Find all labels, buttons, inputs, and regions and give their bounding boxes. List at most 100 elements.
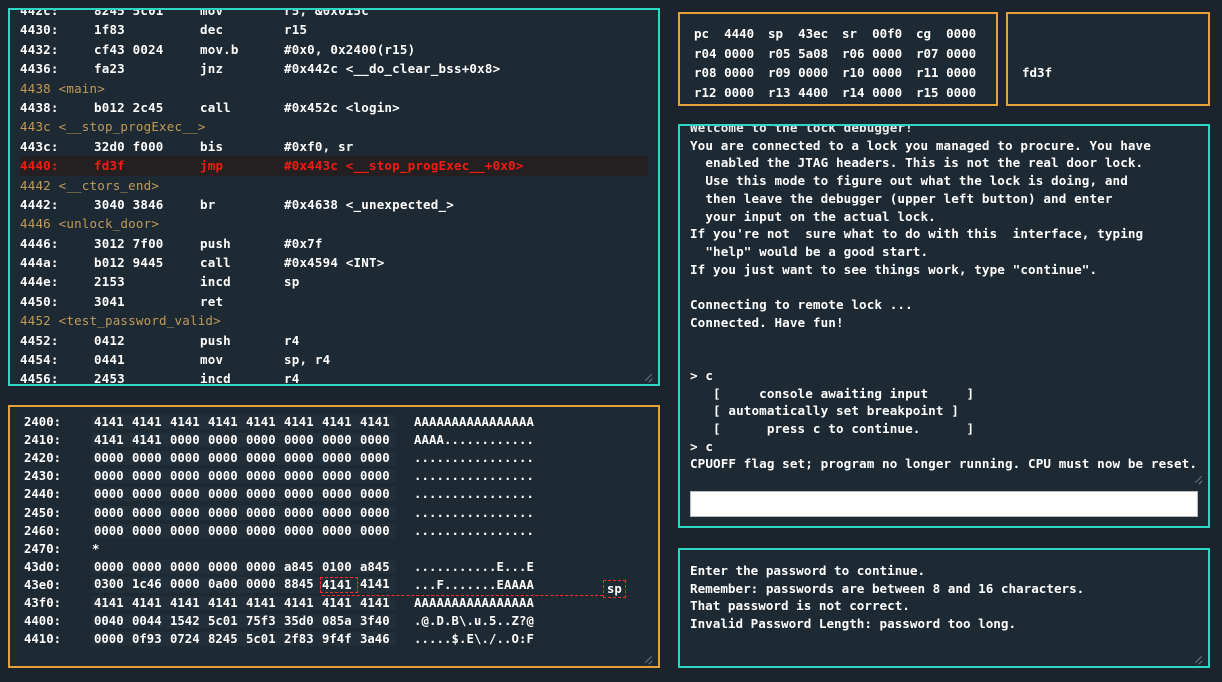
hexdump-byte-cell[interactable]: 0000 [206, 524, 244, 538]
disassembly-row[interactable]: 4454:0441movsp, r4 [20, 350, 648, 369]
disassembly-row[interactable]: 4436:fa23jnz#0x442c <__do_clear_bss+0x8> [20, 59, 648, 78]
hexdump-byte-cell[interactable]: 4141 [92, 433, 130, 447]
hexdump-byte-cell[interactable]: 0000 [320, 524, 358, 538]
disassembly-row[interactable]: 4438:b012 2c45call#0x452c <login> [20, 98, 648, 117]
hexdump-byte-cell[interactable]: 0000 [206, 433, 244, 447]
hexdump-byte-cell[interactable]: 4141 [320, 596, 358, 610]
disassembly-row-current[interactable]: 4440:fd3fjmp#0x443c <__stop_progExec__+0… [20, 156, 648, 175]
resize-handle-icon[interactable] [643, 370, 655, 382]
disassembly-symbol-label[interactable]: 4446 <unlock_door> [20, 214, 648, 233]
hexdump-byte-cell[interactable]: 4141 [92, 596, 130, 610]
disassembly-row[interactable]: 4456:2453incdr4 [20, 369, 648, 386]
hexdump-byte-cell[interactable]: 0100 [320, 560, 358, 574]
hexdump-byte-cell[interactable]: 0000 [130, 560, 168, 574]
hexdump-byte-cell[interactable]: 4141 [358, 577, 396, 593]
hexdump-byte-cell[interactable]: 0000 [130, 487, 168, 501]
console-panel[interactable]: Welcome to the lock debugger!You are con… [678, 124, 1210, 528]
hexdump-row[interactable]: 2450:00000000000000000000000000000000...… [24, 503, 644, 521]
hexdump-row[interactable]: 2440:00000000000000000000000000000000...… [24, 485, 644, 503]
hexdump-byte-cell[interactable]: 0000 [282, 524, 320, 538]
hexdump-row[interactable]: 43d0:00000000000000000000a8450100a845...… [24, 558, 644, 576]
hexdump-byte-cell[interactable]: 0000 [244, 506, 282, 520]
hexdump-byte-cell[interactable]: 085a [320, 614, 358, 628]
hexdump-byte-cell[interactable]: 0000 [320, 487, 358, 501]
hexdump-byte-cell[interactable]: 0000 [358, 433, 396, 447]
disassembly-row[interactable]: 4442:3040 3846br#0x4638 <_unexpected_> [20, 195, 648, 214]
hexdump-byte-cell[interactable]: 0000 [168, 469, 206, 483]
hexdump-byte-cell[interactable]: 0000 [320, 433, 358, 447]
hexdump-byte-cell[interactable]: 0000 [168, 487, 206, 501]
hexdump-byte-cell[interactable]: 0000 [130, 451, 168, 465]
hexdump-row[interactable]: 2410:41414141000000000000000000000000AAA… [24, 431, 644, 449]
hexdump-byte-cell[interactable]: 0000 [130, 469, 168, 483]
hexdump-row[interactable]: 43f0:41414141414141414141414141414141AAA… [24, 594, 644, 612]
disassembly-row[interactable]: 4432:cf43 0024mov.b#0x0, 0x2400(r15) [20, 40, 648, 59]
disassembly-row[interactable]: 4446:3012 7f00push#0x7f [20, 234, 648, 253]
hexdump-row[interactable]: 2420:00000000000000000000000000000000...… [24, 449, 644, 467]
hexdump-byte-cell[interactable]: 0000 [168, 560, 206, 574]
hexdump-byte-cell[interactable]: 4141 [130, 596, 168, 610]
hexdump-byte-cell[interactable]: 4141 [244, 596, 282, 610]
disassembly-row[interactable]: 444a:b012 9445call#0x4594 <INT> [20, 253, 648, 272]
disassembly-row[interactable]: 4450:3041ret [20, 292, 648, 311]
hexdump-byte-cell[interactable]: 0000 [206, 487, 244, 501]
disassembly-row[interactable]: 4452:0412pushr4 [20, 331, 648, 350]
hexdump-byte-cell[interactable]: 0000 [92, 469, 130, 483]
resize-handle-icon[interactable] [1193, 472, 1205, 484]
hexdump-byte-cell[interactable]: 0044 [130, 614, 168, 628]
hexdump-byte-cell[interactable]: 0000 [206, 560, 244, 574]
hexdump-row[interactable]: 2400:41414141414141414141414141414141AAA… [24, 413, 644, 431]
hexdump-byte-cell[interactable]: 0000 [244, 524, 282, 538]
hexdump-row[interactable]: 2470:* [24, 540, 644, 558]
hexdump-byte-cell[interactable]: 2f83 [282, 632, 320, 646]
resize-handle-icon[interactable] [1193, 652, 1205, 664]
hexdump-byte-cell[interactable]: 3f40 [358, 614, 396, 628]
hexdump-row[interactable]: 2430:00000000000000000000000000000000...… [24, 467, 644, 485]
hexdump-byte-cell[interactable]: 3a46 [358, 632, 396, 646]
hexdump-byte-cell[interactable]: 35d0 [282, 614, 320, 628]
hexdump-byte-cell[interactable]: 0000 [168, 524, 206, 538]
hexdump-byte-cell[interactable]: 0000 [168, 451, 206, 465]
hexdump-byte-cell[interactable]: 0000 [206, 451, 244, 465]
hexdump-byte-cell[interactable]: 0040 [92, 614, 130, 628]
disassembly-row[interactable]: 443c:32d0 f000bis#0xf0, sr [20, 137, 648, 156]
hexdump-byte-cell[interactable]: 9f4f [320, 632, 358, 646]
hexdump-byte-cell[interactable]: 0000 [92, 524, 130, 538]
hexdump-byte-cell[interactable]: a845 [282, 560, 320, 574]
disassembly-symbol-label[interactable]: 4438 <main> [20, 79, 648, 98]
hexdump-byte-cell[interactable]: 0000 [282, 451, 320, 465]
hexdump-byte-cell[interactable]: 1542 [168, 614, 206, 628]
hexdump-byte-cell[interactable]: 0000 [244, 433, 282, 447]
disassembly-symbol-label[interactable]: 443c <__stop_progExec__> [20, 117, 648, 136]
hexdump-byte-cell[interactable]: 75f3 [244, 614, 282, 628]
hexdump-row[interactable]: 4400:0040004415425c0175f335d0085a3f40.@.… [24, 612, 644, 630]
hexdump-byte-cell[interactable]: 0000 [282, 469, 320, 483]
hexdump-byte-cell[interactable]: 0000 [130, 524, 168, 538]
hexdump-byte-cell[interactable]: 4141 [282, 415, 320, 429]
hexdump-byte-cell[interactable]: 0000 [358, 487, 396, 501]
hexdump-byte-cell[interactable]: 0000 [282, 506, 320, 520]
hexdump-byte-cell[interactable]: 0000 [358, 451, 396, 465]
hexdump-byte-cell[interactable]: 4141 [358, 415, 396, 429]
hexdump-byte-cell[interactable]: 0000 [358, 524, 396, 538]
hexdump-byte-cell[interactable]: 0000 [92, 487, 130, 501]
hexdump-byte-cell[interactable]: 0000 [92, 560, 130, 574]
hexdump-byte-cell[interactable]: 0000 [244, 487, 282, 501]
disassembly-symbol-label[interactable]: 4442 <__ctors_end> [20, 176, 648, 195]
hexdump-byte-cell[interactable]: 0000 [206, 469, 244, 483]
hexdump-byte-cell[interactable]: 4141 [206, 596, 244, 610]
disassembly-row[interactable]: 442c:8245 5c01movr5, &0x015c [20, 8, 648, 20]
hexdump-byte-cell[interactable]: 4141 [320, 577, 358, 593]
disassembly-row[interactable]: 4430:1f83decr15 [20, 20, 648, 39]
hexdump-byte-cell[interactable]: 8245 [206, 632, 244, 646]
hexdump-byte-cell[interactable]: 0000 [358, 506, 396, 520]
hexdump-byte-cell[interactable]: 4141 [130, 433, 168, 447]
disassembly-panel[interactable]: 442c:8245 5c01movr5, &0x015c4430:1f83dec… [8, 8, 660, 386]
hexdump-byte-cell[interactable]: 4141 [168, 596, 206, 610]
hexdump-byte-cell[interactable]: 0000 [282, 487, 320, 501]
hexdump-byte-cell[interactable]: 4141 [130, 415, 168, 429]
hexdump-byte-cell[interactable]: 4141 [92, 415, 130, 429]
hexdump-byte-cell[interactable]: 0a00 [206, 577, 244, 593]
hexdump-byte-cell[interactable]: 0000 [320, 451, 358, 465]
hexdump-byte-cell[interactable]: 0000 [92, 451, 130, 465]
